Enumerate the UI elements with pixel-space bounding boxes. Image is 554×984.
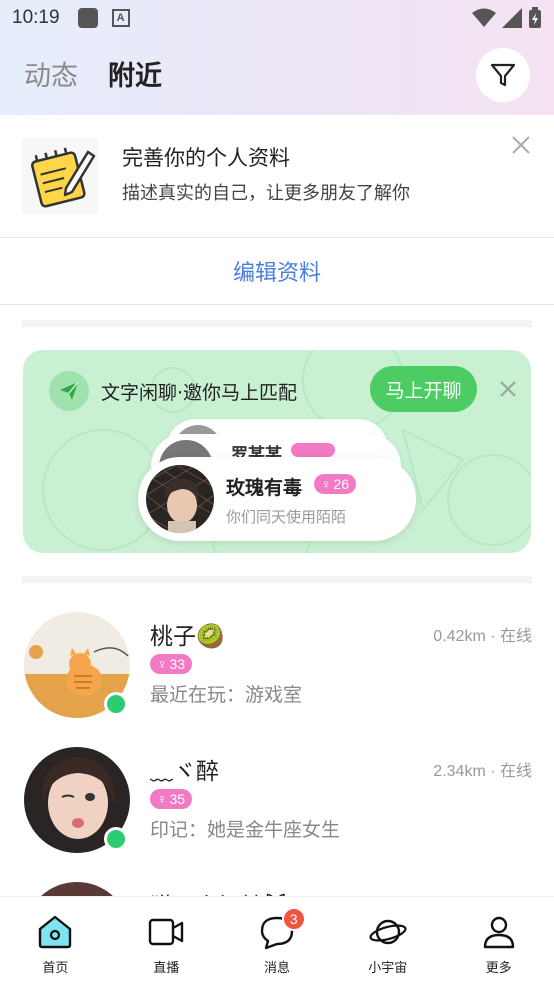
home-icon xyxy=(39,915,72,949)
nav-label: 小宇宙 xyxy=(368,961,408,976)
match-profile-card[interactable]: 玫瑰有毒 ♀ 26 你们同天使用陌陌 xyxy=(138,457,416,541)
nav-label: 首页 xyxy=(42,961,69,976)
nav-label: 消息 xyxy=(263,961,290,976)
nav-universe[interactable]: 小宇宙 xyxy=(332,897,443,984)
header-tabs: 动态 附近 xyxy=(24,54,162,93)
nav-label: 更多 xyxy=(485,961,512,976)
filter-button[interactable] xyxy=(476,48,530,102)
status-bar: 10:19 A xyxy=(0,0,554,36)
tab-dynamic[interactable]: 动态 xyxy=(24,54,78,93)
send-icon xyxy=(60,381,79,400)
chat-match-card[interactable]: 文字闲聊·邀你马上匹配 马上开聊 罗某某 玫瑰有毒 ♀ 26 你们同天使用陌陌 xyxy=(23,350,531,553)
status-time: 10:19 xyxy=(12,7,60,28)
wifi-icon xyxy=(472,8,496,27)
bottom-navigation: 首页 直播 3 消息 小宇宙 更多 xyxy=(0,896,554,984)
keyboard-icon: A xyxy=(111,9,130,27)
match-profile-name: 玫瑰有毒 xyxy=(226,477,303,499)
user-description: 印记：她是金牛座女生 xyxy=(150,819,341,841)
avatar xyxy=(146,465,214,533)
nav-live[interactable]: 直播 xyxy=(111,897,222,984)
video-icon xyxy=(148,918,184,946)
match-card-text: 文字闲聊·邀你马上匹配 xyxy=(101,382,298,404)
age-badge: ♀ 26 xyxy=(314,474,357,494)
profile-prompt-subtitle: 描述真实的自己，让更多朋友了解你 xyxy=(122,183,410,204)
user-name: ﹏ヾ醉 xyxy=(150,759,219,785)
list-item[interactable]: 桃子🥝 0.42km · 在线 ♀ 33 最近在玩：游戏室 xyxy=(0,612,554,747)
divider xyxy=(0,304,554,305)
tab-nearby[interactable]: 附近 xyxy=(108,54,162,93)
user-description: 最近在玩：游戏室 xyxy=(150,684,303,706)
female-icon: ♀ xyxy=(157,791,168,807)
user-name: 桃子🥝 xyxy=(150,624,225,650)
filter-icon xyxy=(490,63,516,87)
list-item[interactable]: ﹏ヾ醉 2.34km · 在线 ♀ 35 印记：她是金牛座女生 xyxy=(0,747,554,882)
notification-icon xyxy=(77,8,98,28)
nav-messages[interactable]: 3 消息 xyxy=(222,897,333,984)
female-icon: ♀ xyxy=(321,476,332,492)
notepad-pencil-icon xyxy=(22,138,98,214)
age-badge: ♀ 35 xyxy=(150,789,193,809)
person-icon xyxy=(483,916,514,949)
section-separator xyxy=(22,320,532,327)
edit-profile-link[interactable]: 编辑资料 xyxy=(0,238,554,304)
battery-icon xyxy=(529,7,541,28)
age-value: 33 xyxy=(169,656,186,672)
user-distance-status: 2.34km · 在线 xyxy=(433,763,532,780)
nav-more[interactable]: 更多 xyxy=(443,897,554,984)
planet-icon xyxy=(369,919,407,945)
age-badge: ♀ 33 xyxy=(150,654,193,674)
female-icon: ♀ xyxy=(157,656,168,672)
close-icon[interactable] xyxy=(499,380,517,398)
send-icon-badge xyxy=(49,371,89,411)
online-indicator xyxy=(104,692,128,716)
user-distance-status: 0.42km · 在线 xyxy=(433,628,532,645)
age-badge xyxy=(291,443,335,457)
nav-label: 直播 xyxy=(153,961,180,976)
unread-badge: 3 xyxy=(281,907,306,931)
profile-prompt-title: 完善你的个人资料 xyxy=(122,146,290,170)
start-chat-button[interactable]: 马上开聊 xyxy=(370,366,477,412)
online-indicator xyxy=(104,827,128,851)
section-separator xyxy=(22,576,532,583)
age-value: 26 xyxy=(333,476,350,492)
close-icon[interactable] xyxy=(510,134,532,156)
profile-prompt-card xyxy=(0,115,554,237)
age-value: 35 xyxy=(169,791,186,807)
match-profile-subtitle: 你们同天使用陌陌 xyxy=(226,508,347,526)
nav-home[interactable]: 首页 xyxy=(0,897,111,984)
signal-icon xyxy=(502,8,522,28)
